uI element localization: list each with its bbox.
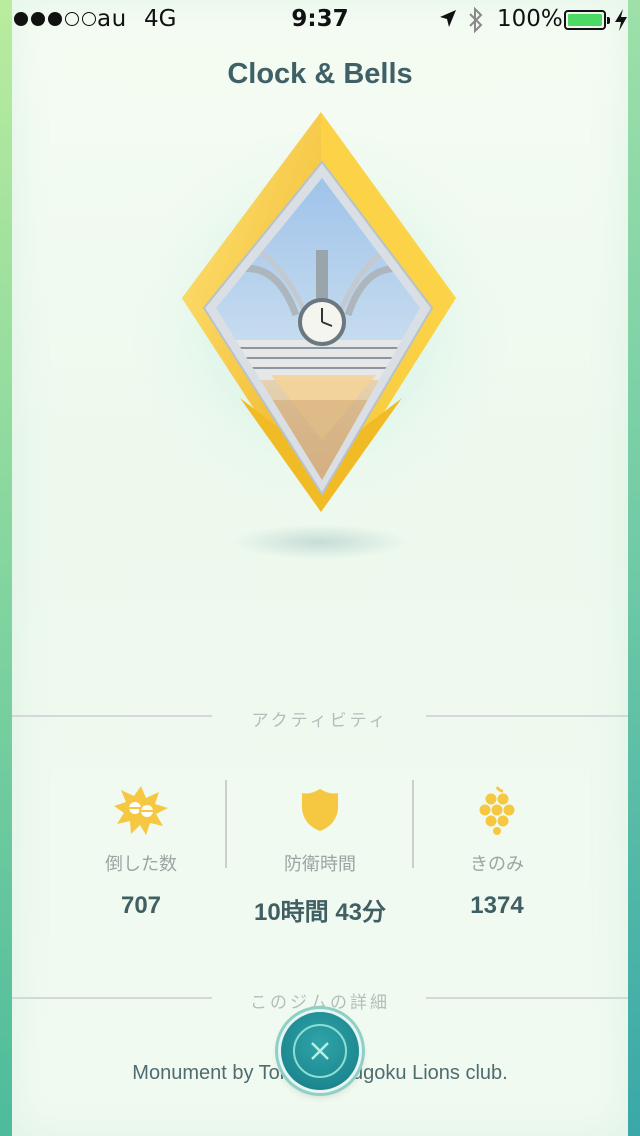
- stat-label: きのみ: [470, 854, 524, 875]
- battery-percentage: 100%: [497, 6, 563, 32]
- left-frame-border: [0, 0, 12, 1136]
- shield-icon: [225, 780, 415, 840]
- activity-section-title: アクティビティ: [251, 711, 389, 731]
- battery-level-fill: [568, 14, 602, 26]
- status-bar: au 4G 9:37 100%: [0, 0, 640, 40]
- stat-defeated: 倒した数 707: [46, 780, 236, 920]
- gym-badge-image: [182, 112, 456, 512]
- gym-badge[interactable]: [176, 110, 462, 520]
- stat-label: 倒した数: [105, 854, 177, 875]
- battle-burst-icon: [46, 780, 236, 840]
- battery-icon: [564, 10, 610, 30]
- berry-icon: [402, 780, 592, 840]
- gym-name: Clock & Bells: [227, 58, 413, 90]
- close-button[interactable]: [281, 1012, 359, 1090]
- location-arrow-icon: [438, 8, 458, 36]
- details-section-title: このジムの詳細: [250, 993, 390, 1013]
- stat-value: 707: [120, 892, 162, 919]
- stat-berries: きのみ 1374: [402, 780, 592, 920]
- stat-defense-time: 防衛時間 10時間 43分: [225, 780, 415, 927]
- bluetooth-icon: [467, 6, 485, 40]
- charging-bolt-icon: [614, 8, 628, 38]
- stat-value: 10時間 43分: [253, 899, 387, 926]
- stat-value: 1374: [470, 892, 524, 919]
- stat-label: 防衛時間: [284, 854, 356, 875]
- right-frame-border: [628, 0, 640, 1136]
- badge-shadow: [235, 525, 405, 559]
